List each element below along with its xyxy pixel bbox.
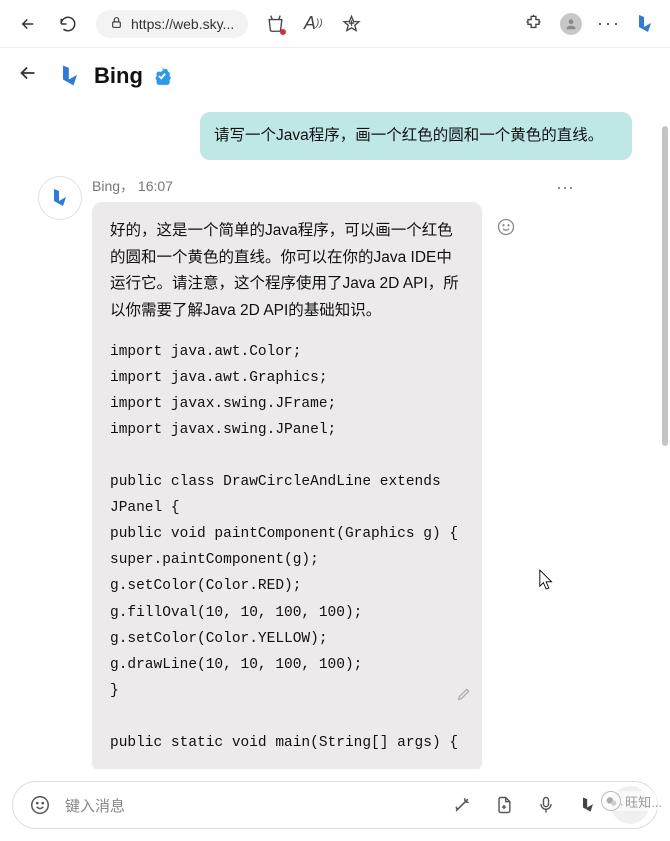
magic-button[interactable] — [443, 786, 481, 824]
bot-code-block: import java.awt.Color; import java.awt.G… — [110, 339, 464, 757]
extensions-icon[interactable] — [516, 7, 550, 41]
message-input[interactable]: 键入消息 — [63, 795, 439, 816]
url-text: https://web.sky... — [131, 16, 234, 32]
user-message: 请写一个Java程序，画一个红色的圆和一个黄色的直线。 — [200, 112, 632, 160]
favorite-icon[interactable] — [334, 7, 368, 41]
mic-button[interactable] — [527, 786, 565, 824]
bing-logo-wrap: Bing — [56, 62, 171, 90]
bing-logo-icon — [56, 62, 84, 90]
notification-dot — [280, 29, 286, 35]
edit-icon[interactable] — [456, 684, 472, 712]
more-icon[interactable]: ··· — [592, 7, 626, 41]
shopping-icon[interactable] — [258, 7, 292, 41]
bing-sidebar-icon[interactable] — [630, 9, 660, 39]
watermark-text: 旺知... — [625, 792, 662, 811]
wechat-icon — [601, 791, 621, 811]
bot-message-bubble: 好的，这是一个简单的Java程序，可以画一个红色的圆和一个黄色的直线。你可以在你… — [92, 202, 482, 769]
user-message-text: 请写一个Java程序，画一个红色的圆和一个黄色的直线。 — [214, 127, 603, 144]
browser-toolbar: https://web.sky... A)) ··· — [0, 0, 670, 48]
bot-intro-text: 好的，这是一个简单的Java程序，可以画一个红色的圆和一个黄色的直线。你可以在你… — [110, 218, 464, 325]
chat-back-button[interactable] — [14, 62, 42, 90]
message-input-bar: 键入消息 ··· — [12, 781, 658, 829]
back-button[interactable] — [10, 6, 46, 42]
chat-title: Bing — [94, 63, 143, 89]
profile-icon[interactable] — [554, 7, 588, 41]
bot-message-row: Bing， 16:07 ⋯ 好的，这是一个简单的Java程序，可以画一个红色的圆… — [0, 176, 670, 769]
verified-badge-icon — [153, 67, 171, 85]
message-menu-icon[interactable]: ⋯ — [556, 178, 576, 199]
emoji-button[interactable] — [21, 786, 59, 824]
bot-avatar — [38, 176, 82, 220]
refresh-button[interactable] — [50, 6, 86, 42]
watermark: 旺知... — [601, 791, 662, 811]
url-bar[interactable]: https://web.sky... — [96, 10, 248, 38]
chat-body: 请写一个Java程序，画一个红色的圆和一个黄色的直线。 Bing， 16:07 … — [0, 104, 670, 769]
chat-header: Bing — [0, 48, 670, 104]
attach-file-button[interactable] — [485, 786, 523, 824]
react-smile-icon[interactable] — [496, 216, 516, 248]
lock-icon — [110, 16, 123, 32]
read-aloud-icon[interactable]: A)) — [296, 7, 330, 41]
